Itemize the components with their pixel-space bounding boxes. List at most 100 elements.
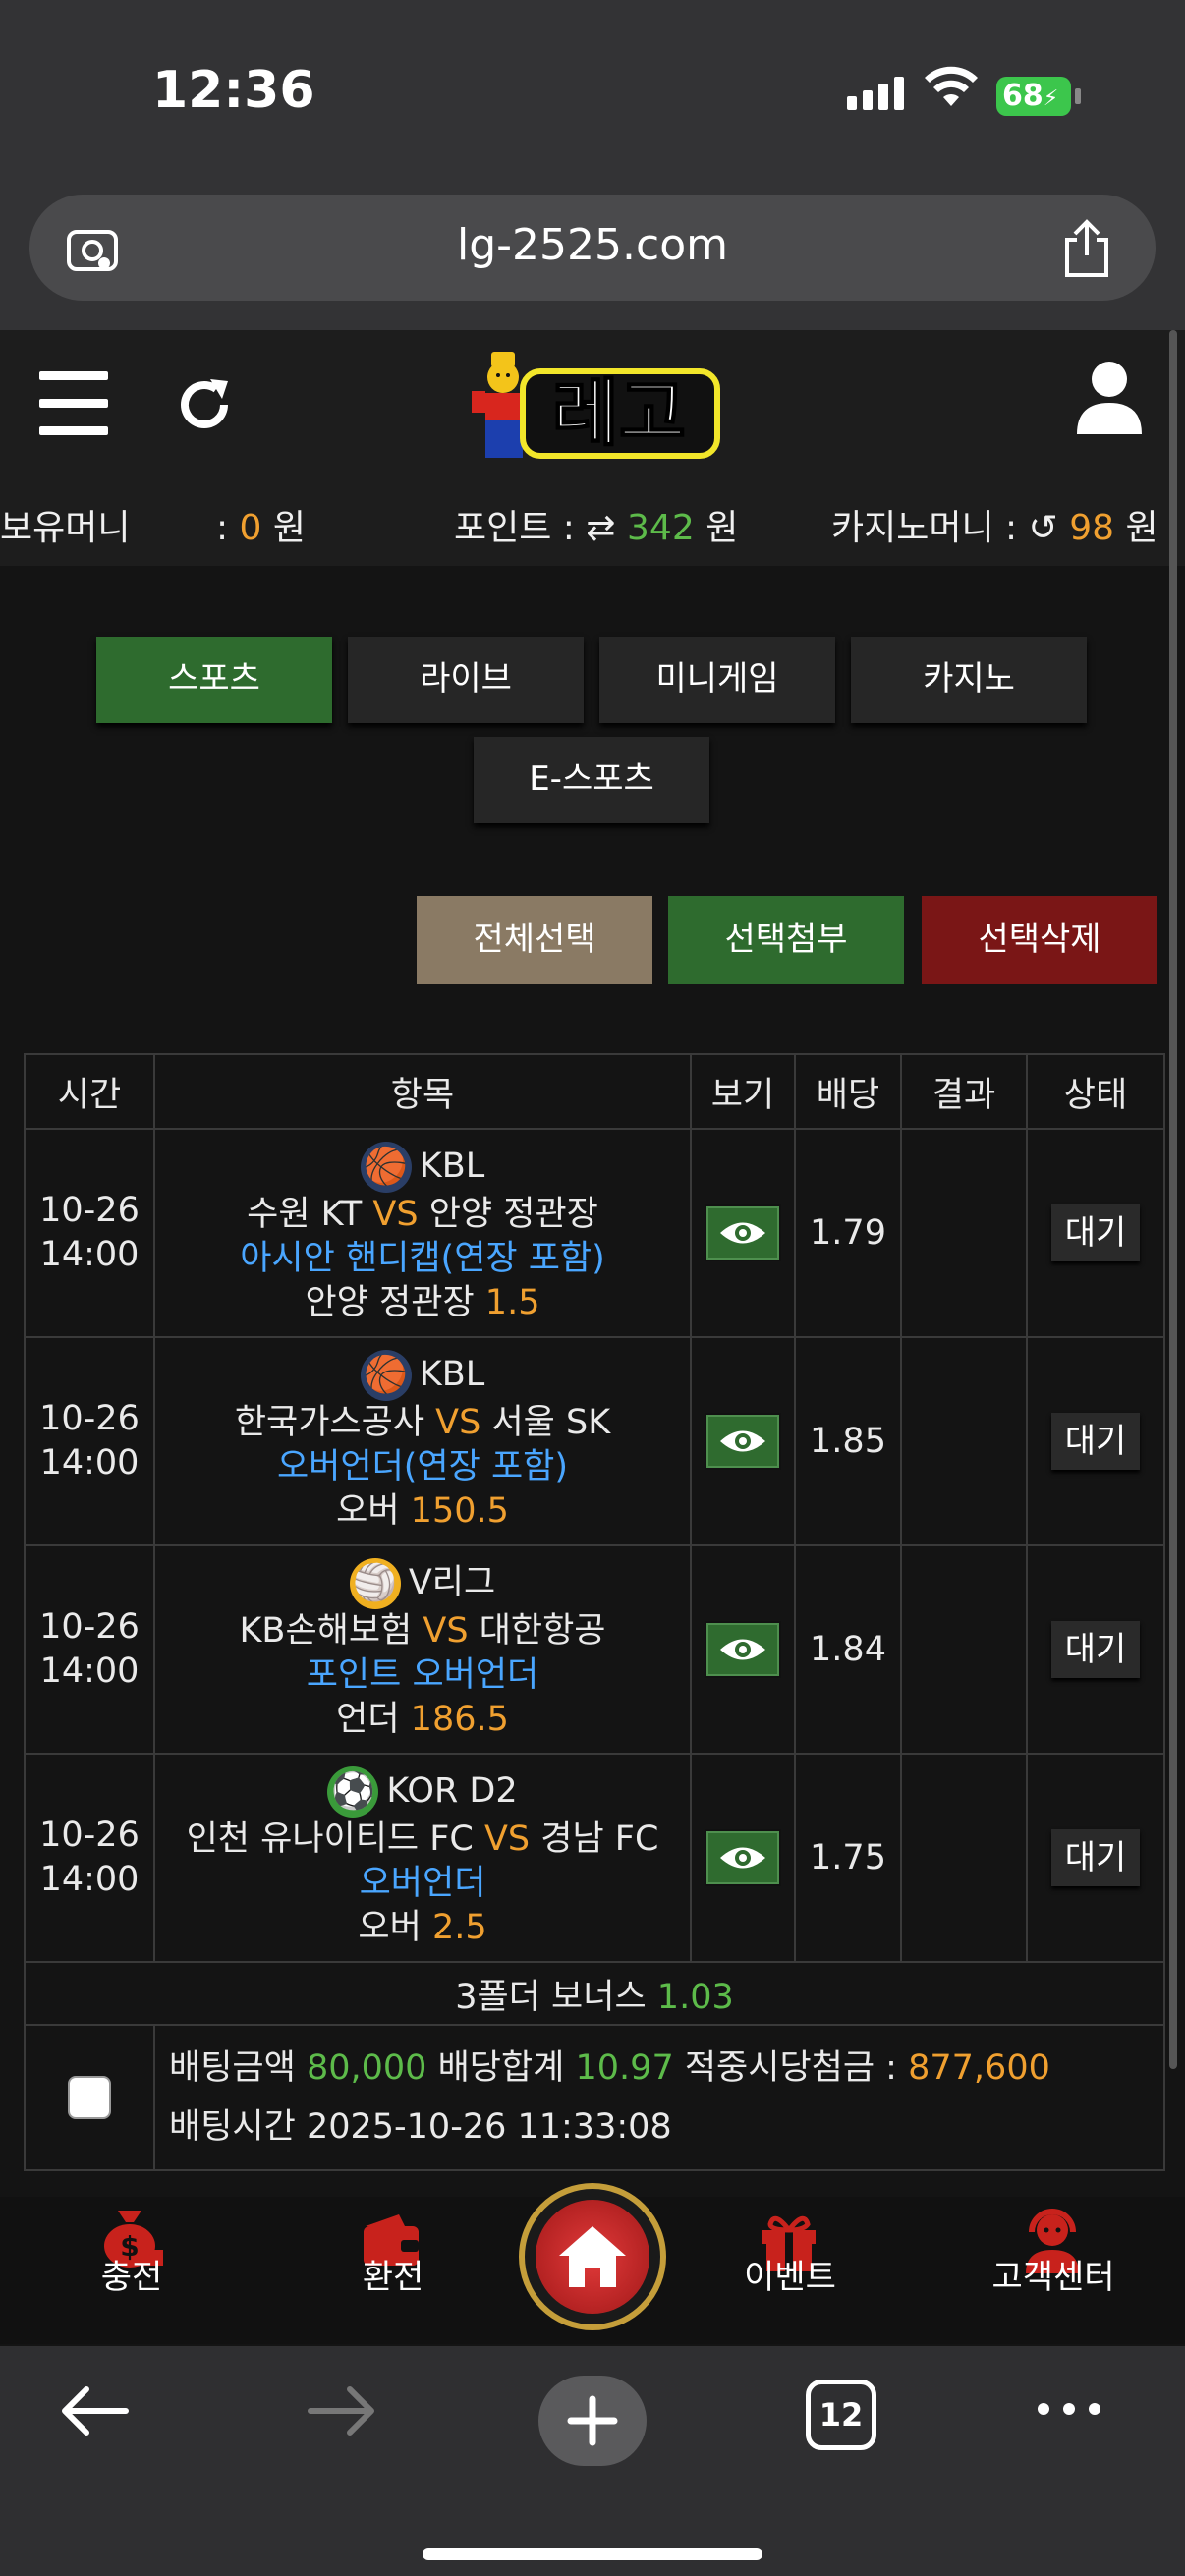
row-time: 10-26 14:00 [24, 1753, 155, 1963]
user-icon[interactable] [1075, 358, 1144, 440]
bet-checkbox[interactable] [68, 2076, 111, 2119]
nav-charge[interactable]: 충전 [33, 2250, 230, 2298]
row-item: 🏀 KBL 수원 KT VS 안양 정관장 아시안 핸디캡(연장 포함) 안양 정… [153, 1128, 692, 1338]
col-header-odds: 배당 [794, 1053, 902, 1130]
row-time: 10-26 14:00 [24, 1544, 155, 1755]
scrollbar[interactable] [1169, 330, 1177, 2069]
more-icon[interactable] [1034, 2397, 1104, 2425]
back-arrow-icon[interactable] [57, 2383, 130, 2442]
odds-total: 10.97 [575, 2048, 674, 2088]
league-name: V리그 [408, 1562, 496, 1602]
exchange-icon[interactable]: ⇄ [586, 508, 615, 548]
pick-value: 1.5 [484, 1282, 540, 1322]
col-header-result: 결과 [900, 1053, 1028, 1130]
bonus-row: 3폴더 보너스 1.03 [24, 1961, 1165, 2026]
tab-live[interactable]: 라이브 [348, 637, 584, 723]
bet-time-label: 배팅시간 [169, 2107, 296, 2147]
tabs-count-button[interactable]: 12 [806, 2380, 876, 2450]
league-name: KOR D2 [386, 1770, 518, 1811]
away-team: 안양 정관장 [428, 1194, 598, 1234]
eye-icon[interactable] [705, 1204, 781, 1261]
home-team: 한국가스공사 [234, 1402, 425, 1442]
basketball-icon: 🏀 [360, 1141, 412, 1193]
status-badge: 대기 [1051, 1413, 1140, 1470]
eye-icon[interactable] [705, 1829, 781, 1886]
share-icon[interactable] [1061, 218, 1112, 283]
url-text[interactable]: lg-2525.com [0, 220, 1185, 270]
attach-selected-button[interactable]: 선택첨부 [668, 896, 904, 984]
table-row: 10-26 14:00 ⚽ KOR D2 인천 유나이티드 FC VS 경남 FC … [24, 1753, 1165, 1963]
row-result [900, 1753, 1028, 1963]
row-odds: 1.79 [794, 1128, 902, 1338]
battery-tip [1075, 88, 1081, 104]
col-header-status: 상태 [1026, 1053, 1165, 1130]
row-view [690, 1544, 796, 1755]
pick-name: 언더 [336, 1699, 400, 1739]
row-result [900, 1336, 1028, 1546]
vs-label: VS [372, 1194, 419, 1234]
forward-arrow-icon[interactable] [307, 2383, 379, 2442]
delete-selected-button[interactable]: 선택삭제 [922, 896, 1157, 984]
pick-value: 150.5 [410, 1490, 509, 1531]
casino-value: 98 [1069, 508, 1115, 548]
eye-icon[interactable] [705, 1413, 781, 1470]
home-indicator [423, 2548, 762, 2560]
nav-withdraw[interactable]: 환전 [295, 2250, 491, 2298]
row-clock: 14:00 [39, 1652, 140, 1691]
new-tab-button[interactable] [538, 2376, 647, 2466]
tab-sports[interactable]: 스포츠 [96, 637, 332, 723]
battery-icon: 68⚡ [996, 77, 1071, 116]
payout-label: 적중시당첨금 : [684, 2048, 897, 2088]
bonus-value: 1.03 [656, 1977, 734, 2017]
money-balance: 보유머니 : 0 원 [0, 499, 306, 550]
nav-support[interactable]: 고객센터 [955, 2250, 1152, 2298]
pick-name: 안양 정관장 [305, 1282, 475, 1322]
soccer-ball-icon: ⚽ [327, 1765, 379, 1818]
pick-value: 2.5 [431, 1907, 487, 1947]
row-view [690, 1336, 796, 1546]
col-header-view: 보기 [690, 1053, 796, 1130]
tab-esports[interactable]: E-스포츠 [474, 737, 709, 823]
table-row: 10-26 14:00 🏀 KBL 수원 KT VS 안양 정관장 아시안 핸디캡(… [24, 1128, 1165, 1338]
refresh-icon[interactable] [173, 373, 236, 440]
nav-event[interactable]: 이벤트 [692, 2250, 888, 2298]
row-result [900, 1544, 1028, 1755]
pick-name: 오버 [336, 1490, 400, 1531]
vs-label: VS [423, 1610, 469, 1651]
row-status: 대기 [1026, 1544, 1165, 1755]
tab-minigame[interactable]: 미니게임 [599, 637, 835, 723]
away-team: 대한항공 [479, 1610, 606, 1651]
home-team: KB손해보험 [239, 1610, 413, 1651]
casino-unit: 원 [1125, 508, 1158, 548]
status-badge: 대기 [1051, 1204, 1140, 1261]
payout-value: 877,600 [908, 2048, 1050, 2088]
league-name: KBL [419, 1354, 485, 1394]
status-time: 12:36 [152, 61, 315, 120]
bet-amount: 80,000 [306, 2048, 427, 2088]
basketball-icon: 🏀 [360, 1349, 412, 1401]
row-odds: 1.84 [794, 1544, 902, 1755]
status-badge: 대기 [1051, 1829, 1140, 1886]
home-icon[interactable] [555, 2222, 630, 2295]
col-header-item: 항목 [153, 1053, 692, 1130]
reload-icon[interactable]: ↺ [1029, 508, 1058, 548]
home-team: 인천 유나이티드 FC [186, 1819, 474, 1859]
select-all-button[interactable]: 전체선택 [417, 896, 652, 984]
eye-icon[interactable] [705, 1621, 781, 1678]
row-clock: 14:00 [39, 1443, 140, 1483]
away-team: 서울 SK [491, 1402, 611, 1442]
row-item: 🏐 V리그 KB손해보험 VS 대한항공 포인트 오버언더 언더 186.5 [153, 1544, 692, 1755]
row-item: ⚽ KOR D2 인천 유나이티드 FC VS 경남 FC 오버언더 오버 2.5 [153, 1753, 692, 1963]
summary-row: 배팅금액 80,000 배당합계 10.97 적중시당첨금 : 877,600 … [24, 2024, 1165, 2171]
money-sep: : [215, 508, 229, 548]
row-date: 10-26 [39, 1399, 140, 1438]
col-header-time: 시간 [24, 1053, 155, 1130]
hamburger-menu-icon[interactable] [39, 371, 108, 454]
row-date: 10-26 [39, 1607, 140, 1647]
money-unit: 원 [272, 508, 307, 548]
pick-value: 186.5 [410, 1699, 509, 1739]
tab-casino[interactable]: 카지노 [851, 637, 1087, 723]
away-team: 경남 FC [540, 1819, 659, 1859]
site-logo[interactable]: 레고 [462, 348, 723, 470]
table-row: 10-26 14:00 🏐 V리그 KB손해보험 VS 대한항공 포인트 오버언더 … [24, 1544, 1165, 1755]
